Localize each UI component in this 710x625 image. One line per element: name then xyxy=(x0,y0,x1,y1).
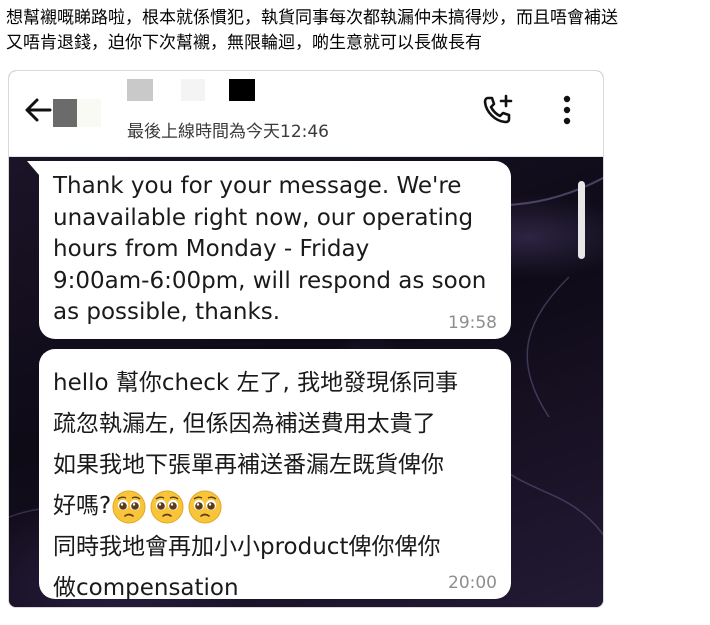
bubble-tail xyxy=(27,161,39,175)
caption-line-2: 又唔肯退錢，迫你下次幫襯，無限輪迴，啲生意就可以長做長有 xyxy=(6,33,482,53)
back-arrow-icon[interactable] xyxy=(23,95,53,125)
last-seen-status: 最後上線時間為今天12:46 xyxy=(127,122,329,142)
add-call-icon[interactable] xyxy=(481,93,515,127)
pleading-face-icon xyxy=(188,490,222,523)
message-line: 疏忽執漏左, 但係因為補送費用太貴了 xyxy=(53,411,436,437)
message-line: 同時我地會再加小小product俾你俾你 xyxy=(53,534,441,560)
message-text: Thank you for your message. We're unavai… xyxy=(53,173,487,325)
chat-screenshot[interactable]: 最後上線時間為今天12:46 Thank you for your messag… xyxy=(8,70,604,608)
message-timestamp: 19:58 xyxy=(448,313,497,333)
scrollbar-thumb[interactable] xyxy=(578,181,585,259)
chat-header: 最後上線時間為今天12:46 xyxy=(9,71,603,157)
message-line: 如果我地下張單再補送番漏左既貨俾你 xyxy=(53,452,444,478)
post-caption: 想幫襯嘅睇路啦，根本就係慣犯，執貨同事每次都執漏仲未搞得炒，而且唔會補送 又唔肯… xyxy=(6,6,706,56)
pleading-face-icon xyxy=(150,490,184,523)
message-line: 好嗎? xyxy=(53,493,112,519)
received-message[interactable]: Thank you for your message. We're unavai… xyxy=(27,161,511,339)
received-message[interactable]: hello 幫你check 左了, 我地發現係同事 疏忽執漏左, 但係因為補送費… xyxy=(39,349,511,601)
contact-name-redaction xyxy=(127,79,153,101)
emoji-group xyxy=(111,486,225,527)
message-timestamp: 20:00 xyxy=(448,573,497,593)
contact-name-redaction xyxy=(181,79,205,101)
more-vert-icon[interactable] xyxy=(559,93,575,127)
contact-name-redaction xyxy=(229,79,255,101)
message-text: hello 幫你check 左了, 我地發現係同事 疏忽執漏左, 但係因為補送費… xyxy=(53,363,503,607)
avatar-redaction xyxy=(77,99,101,127)
pleading-face-icon xyxy=(112,490,146,523)
avatar[interactable] xyxy=(53,99,77,127)
caption-line-1: 想幫襯嘅睇路啦，根本就係慣犯，執貨同事每次都執漏仲未搞得炒，而且唔會補送 xyxy=(6,8,618,28)
message-line: hello 幫你check 左了, 我地發現係同事 xyxy=(53,370,459,396)
message-line: 做compensation xyxy=(53,575,239,601)
